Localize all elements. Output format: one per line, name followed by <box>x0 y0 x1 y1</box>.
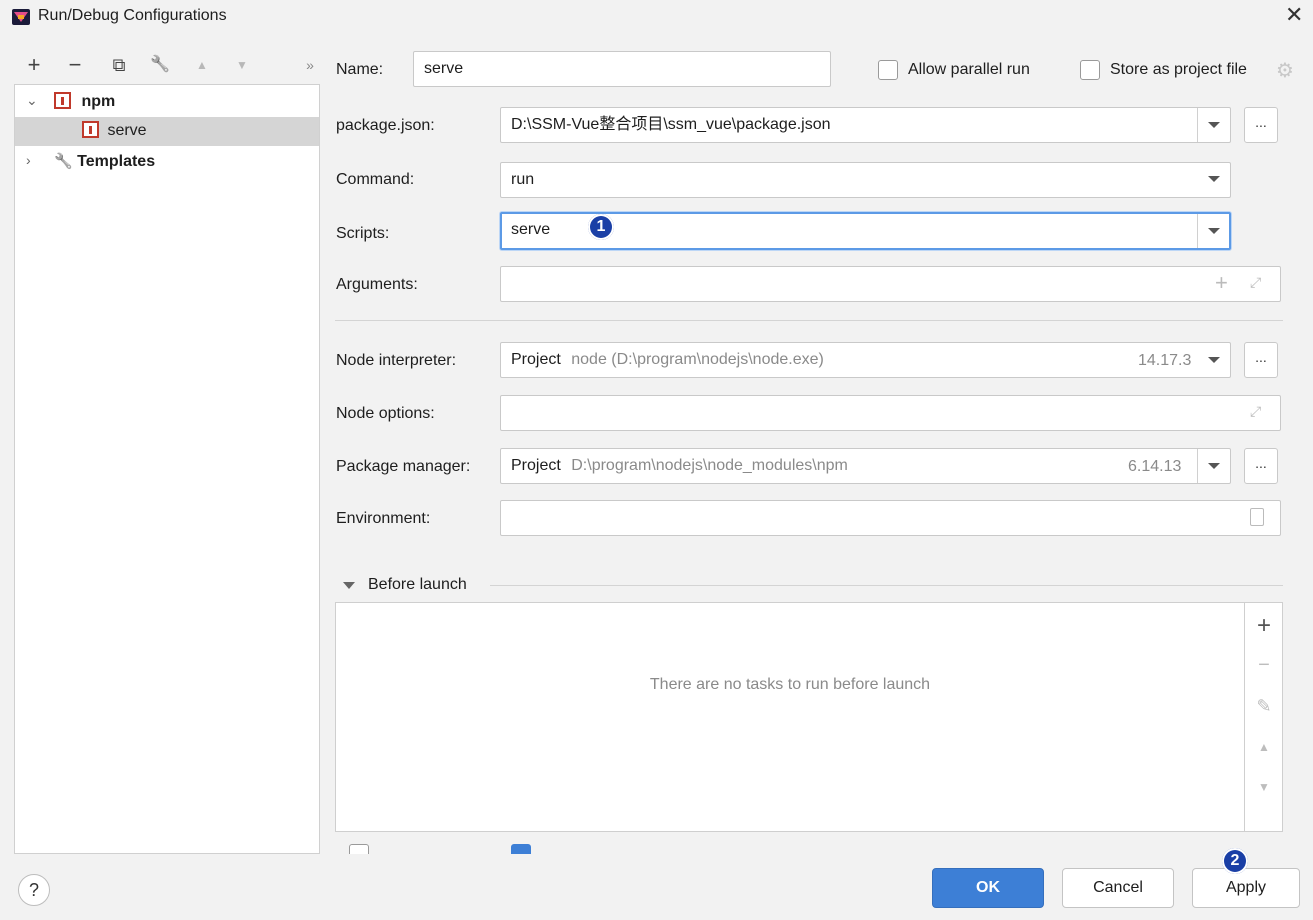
package-manager-prefix: Project <box>511 457 561 474</box>
divider <box>335 320 1283 321</box>
activate-tool-window-checkbox[interactable] <box>511 844 531 854</box>
node-options-label: Node options: <box>336 405 435 422</box>
add-icon[interactable]: + <box>1252 612 1276 640</box>
add-icon[interactable]: + <box>22 52 46 78</box>
store-project-checkbox[interactable] <box>1080 60 1100 80</box>
node-interpreter-browse-button[interactable]: ... <box>1244 342 1278 378</box>
app-logo-icon <box>12 9 30 25</box>
name-input[interactable]: serve <box>413 51 831 87</box>
collapse-triangle-icon[interactable] <box>343 582 355 589</box>
chevron-down-icon[interactable] <box>1208 357 1220 363</box>
edit-icon[interactable]: ✎ <box>1252 696 1276 717</box>
close-icon[interactable]: ✕ <box>1285 2 1303 28</box>
package-json-label: package.json: <box>336 117 435 134</box>
tree-item-serve-label: serve <box>107 122 147 139</box>
chevron-right-icon[interactable]: › <box>26 152 31 168</box>
package-manager-browse-button[interactable]: ... <box>1244 448 1278 484</box>
clipped-options-row <box>335 842 735 854</box>
tree-item-npm-label: npm <box>81 93 116 110</box>
arguments-input[interactable] <box>500 266 1281 302</box>
node-interpreter-select[interactable]: Project node (D:\program\nodejs\node.exe… <box>500 342 1231 378</box>
command-select[interactable]: run <box>500 162 1231 198</box>
store-project-label: Store as project file <box>1110 61 1247 78</box>
environment-input[interactable] <box>500 500 1281 536</box>
chevron-down-icon[interactable]: ⌄ <box>26 92 38 109</box>
name-label: Name: <box>336 61 384 78</box>
tree-item-templates[interactable]: 🔧 Templates <box>54 148 155 176</box>
apply-button[interactable]: Apply <box>1192 868 1300 908</box>
before-launch-empty-text: There are no tasks to run before launch <box>649 676 931 693</box>
chevron-down-icon[interactable] <box>1208 463 1220 469</box>
move-up-icon[interactable]: ▲ <box>190 52 214 78</box>
move-up-icon[interactable]: ▲ <box>1252 740 1276 754</box>
dropdown-separator <box>1197 214 1198 248</box>
allow-parallel-label: Allow parallel run <box>908 61 1030 78</box>
node-interpreter-prefix: Project <box>511 351 561 368</box>
environment-label: Environment: <box>336 510 431 527</box>
package-manager-label: Package manager: <box>336 458 471 475</box>
package-manager-select[interactable]: Project D:\program\nodejs\node_modules\n… <box>500 448 1231 484</box>
add-icon[interactable]: + <box>1215 270 1228 296</box>
move-down-icon[interactable]: ▼ <box>1252 780 1276 794</box>
package-json-select[interactable]: D:\SSM-Vue整合项目\ssm_vue\package.json <box>500 107 1231 143</box>
expand-icon[interactable]: ⤢ <box>1250 274 1261 291</box>
document-icon[interactable] <box>1250 508 1264 526</box>
before-launch-title: Before launch <box>368 576 467 593</box>
divider <box>490 585 1283 586</box>
expand-icon[interactable]: ⤢ <box>1250 403 1261 420</box>
package-manager-version: 6.14.13 <box>1128 458 1182 475</box>
wrench-icon[interactable]: 🔧 <box>148 52 172 78</box>
package-manager-path: D:\program\nodejs\node_modules\npm <box>571 457 848 474</box>
cancel-button[interactable]: Cancel <box>1062 868 1174 908</box>
before-launch-list <box>335 602 1245 832</box>
annotation-badge-2: 2 <box>1222 848 1248 874</box>
scripts-label: Scripts: <box>336 225 390 242</box>
gear-icon[interactable]: ⚙ <box>1276 58 1294 83</box>
node-interpreter-path: node (D:\program\nodejs\node.exe) <box>571 351 824 368</box>
tree-item-serve-content[interactable]: serve <box>82 117 147 145</box>
tree-item-serve[interactable] <box>15 117 319 146</box>
more-icon[interactable]: » <box>298 52 322 78</box>
show-page-checkbox[interactable] <box>349 844 369 854</box>
chevron-down-icon[interactable] <box>1208 176 1220 182</box>
npm-icon <box>54 92 71 109</box>
node-options-input[interactable] <box>500 395 1281 431</box>
chevron-down-icon[interactable] <box>1208 228 1220 234</box>
node-interpreter-label: Node interpreter: <box>336 352 457 369</box>
configuration-tree <box>14 84 320 854</box>
allow-parallel-checkbox[interactable] <box>878 60 898 80</box>
npm-icon <box>82 121 99 138</box>
package-json-browse-button[interactable]: ... <box>1244 107 1278 143</box>
tree-item-templates-label: Templates <box>77 153 156 170</box>
command-label: Command: <box>336 171 415 188</box>
annotation-badge-1: 1 <box>588 214 614 240</box>
remove-icon[interactable]: − <box>63 52 87 78</box>
move-down-icon[interactable]: ▼ <box>230 52 254 78</box>
dropdown-separator <box>1197 108 1198 142</box>
copy-icon[interactable]: ⧉ <box>107 52 131 78</box>
arguments-label: Arguments: <box>336 276 418 293</box>
remove-icon[interactable]: − <box>1252 654 1276 677</box>
ok-button[interactable]: OK <box>932 868 1044 908</box>
help-button[interactable]: ? <box>18 874 50 906</box>
tree-item-npm[interactable]: npm <box>54 88 115 116</box>
dropdown-separator <box>1197 449 1198 483</box>
chevron-down-icon[interactable] <box>1208 122 1220 128</box>
window-title: Run/Debug Configurations <box>38 7 227 24</box>
node-interpreter-version: 14.17.3 <box>1138 352 1192 369</box>
wrench-icon: 🔧 <box>54 153 73 170</box>
